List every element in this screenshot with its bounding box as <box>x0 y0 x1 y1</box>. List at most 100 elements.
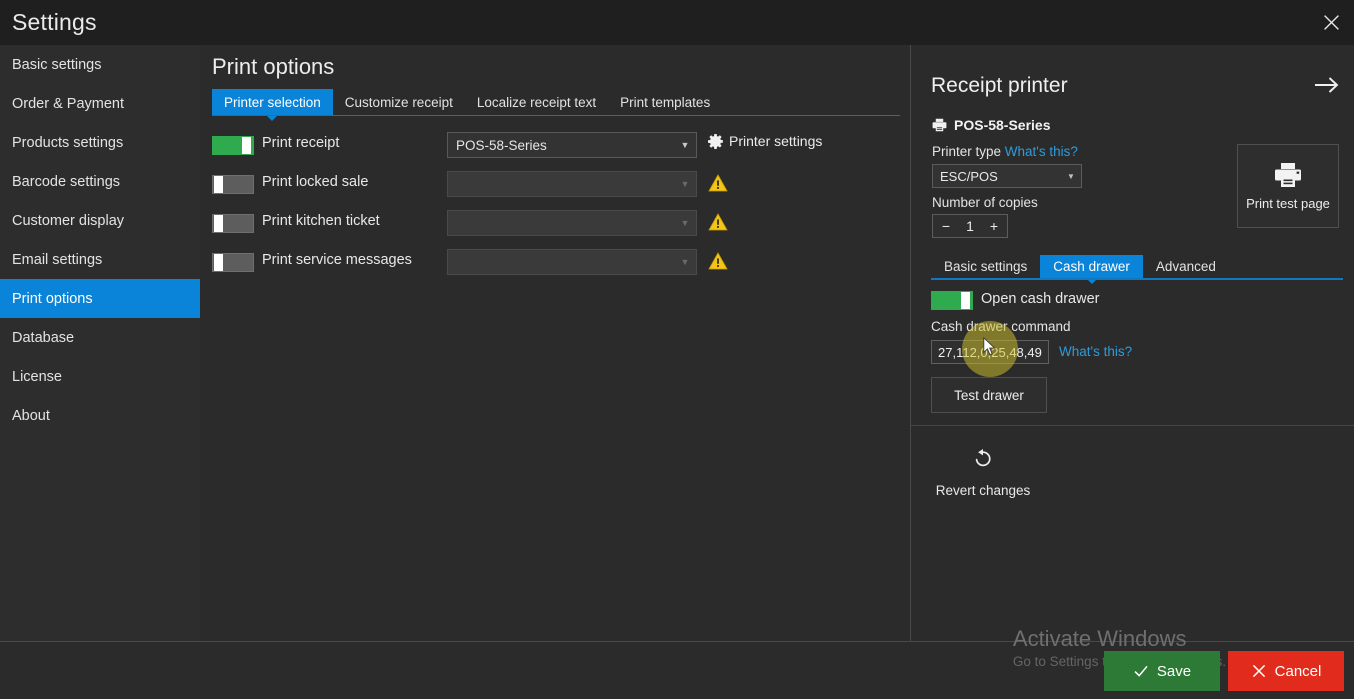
toggle-print-service-messages[interactable] <box>212 253 254 272</box>
toggle-thumb <box>242 137 251 154</box>
printer-row-label: Print kitchen ticket <box>262 213 380 229</box>
sidebar-item-about[interactable]: About <box>0 396 200 435</box>
copies-label: Number of copies <box>932 195 1038 210</box>
sidebar-item-order-payment[interactable]: Order & Payment <box>0 84 200 123</box>
chevron-down-icon: ▼ <box>1067 171 1075 181</box>
sub-tab-underline <box>931 278 1343 280</box>
printer-type-select[interactable]: ESC/POS ▼ <box>932 164 1082 188</box>
tab-customize-receipt[interactable]: Customize receipt <box>333 89 465 115</box>
arrow-right-icon <box>1315 77 1339 93</box>
sidebar-item-products-settings[interactable]: Products settings <box>0 123 200 162</box>
printer-icon <box>1275 162 1301 187</box>
title-bar: Settings <box>0 0 1354 45</box>
chevron-down-icon: ▼ <box>680 179 690 189</box>
cash-drawer-help-link[interactable]: What's this? <box>1059 344 1132 359</box>
printer-select-value: POS-58-Series <box>456 137 547 153</box>
subtab-cash-drawer[interactable]: Cash drawer <box>1040 255 1143 284</box>
subtab-label: Basic settings <box>944 259 1028 274</box>
sidebar-item-license[interactable]: License <box>0 357 200 396</box>
cash-drawer-command-label: Cash drawer command <box>931 319 1071 334</box>
tab-localize-receipt-text[interactable]: Localize receipt text <box>465 89 608 115</box>
sidebar-item-label: Customer display <box>12 212 125 229</box>
toggle-thumb <box>214 215 223 232</box>
open-cash-drawer-toggle[interactable] <box>931 291 973 310</box>
test-drawer-button[interactable]: Test drawer <box>931 377 1047 413</box>
panel-divider <box>911 425 1354 426</box>
toggle-thumb <box>961 292 970 309</box>
printer-row: Print receipt POS-58-Series ▼ Printer setti… <box>200 127 910 166</box>
cancel-button[interactable]: Cancel <box>1228 651 1344 691</box>
close-icon <box>1252 664 1265 678</box>
undo-icon <box>975 449 991 467</box>
device-name: POS-58-Series <box>954 117 1051 133</box>
toggle-thumb <box>214 176 223 193</box>
printer-row-label: Print receipt <box>262 135 340 151</box>
warning-icon[interactable] <box>708 251 728 271</box>
tab-label: Customize receipt <box>344 94 453 110</box>
subtab-basic-settings[interactable]: Basic settings <box>931 255 1040 278</box>
sidebar-item-label: Print options <box>12 290 93 307</box>
revert-changes-button[interactable]: Revert changes <box>936 448 1030 498</box>
printer-rows: Print receipt POS-58-Series ▼ Printer setti… <box>200 127 910 283</box>
toggle-print-kitchen-ticket[interactable] <box>212 214 254 233</box>
subtab-advanced[interactable]: Advanced <box>1143 255 1229 278</box>
toggle-print-locked-sale[interactable] <box>212 175 254 194</box>
tab-label: Localize receipt text <box>476 94 597 110</box>
cash-drawer-command-input[interactable] <box>931 340 1049 364</box>
tab-label: Print templates <box>620 94 711 110</box>
save-button[interactable]: Save <box>1104 651 1220 691</box>
printer-select-3[interactable]: ▼ <box>447 249 697 275</box>
printer-type-help-link[interactable]: What's this? <box>1005 144 1078 159</box>
forward-arrow-button[interactable] <box>1314 75 1340 99</box>
gear-icon <box>708 133 723 149</box>
printer-row: Print service messages ▼ <box>200 244 910 283</box>
tab-bar: Printer selection Customize receipt Locali… <box>212 89 900 121</box>
printer-row-label: Print service messages <box>262 252 412 268</box>
printer-row-label: Print locked sale <box>262 174 369 190</box>
sidebar-item-database[interactable]: Database <box>0 318 200 357</box>
print-test-page-label: Print test page <box>1246 195 1330 211</box>
sidebar-item-barcode-settings[interactable]: Barcode settings <box>0 162 200 201</box>
printer-select-2[interactable]: ▼ <box>447 210 697 236</box>
subtab-label: Cash drawer <box>1053 259 1130 274</box>
copies-value[interactable]: 1 <box>959 215 981 237</box>
selected-device: POS-58-Series <box>932 117 1051 133</box>
copies-increment-button[interactable]: + <box>981 215 1007 237</box>
close-icon <box>1323 15 1339 30</box>
printer-select-0[interactable]: POS-58-Series ▼ <box>447 132 697 158</box>
printer-type-label-text: Printer type <box>932 144 1002 159</box>
toggle-print-receipt[interactable] <box>212 136 254 155</box>
sidebar-item-print-options[interactable]: Print options <box>0 279 211 318</box>
warning-icon[interactable] <box>708 212 728 232</box>
printer-select-1[interactable]: ▼ <box>447 171 697 197</box>
copies-stepper[interactable]: − 1 + <box>932 214 1008 238</box>
save-label: Save <box>1156 662 1192 680</box>
sidebar-item-customer-display[interactable]: Customer display <box>0 201 200 240</box>
printer-settings-link[interactable]: Printer settings <box>708 133 822 149</box>
sidebar-item-label: Database <box>12 329 75 346</box>
warning-icon[interactable] <box>708 173 728 193</box>
printer-type-label: Printer type What's this? <box>932 144 1078 159</box>
printer-row: Print kitchen ticket ▼ <box>200 205 910 244</box>
sidebar-item-email-settings[interactable]: Email settings <box>0 240 200 279</box>
tab-print-templates[interactable]: Print templates <box>608 89 722 115</box>
sidebar-item-label: Products settings <box>12 134 124 151</box>
tab-underline <box>212 115 900 116</box>
sidebar-item-basic-settings[interactable]: Basic settings <box>0 45 200 84</box>
print-test-page-button[interactable]: Print test page <box>1237 144 1339 228</box>
toggle-thumb <box>214 254 223 271</box>
settings-window: Settings Basic settings Order & Payment Pr… <box>0 0 1354 699</box>
printer-settings-label: Printer settings <box>729 133 823 149</box>
sidebar-item-label: Basic settings <box>12 56 102 73</box>
tab-printer-selection[interactable]: Printer selection <box>212 89 333 121</box>
main-content: Print options Printer selection Customize… <box>200 45 910 641</box>
right-panel-title: Receipt printer <box>931 74 1068 97</box>
close-button[interactable] <box>1308 0 1354 45</box>
sidebar-item-label: Email settings <box>12 251 103 268</box>
tab-label: Printer selection <box>224 94 321 110</box>
chevron-down-icon: ▼ <box>680 257 690 267</box>
sidebar-item-label: About <box>12 407 50 424</box>
copies-decrement-button[interactable]: − <box>933 215 959 237</box>
sidebar: Basic settings Order & Payment Products se… <box>0 45 211 641</box>
chevron-down-icon: ▼ <box>680 140 690 150</box>
